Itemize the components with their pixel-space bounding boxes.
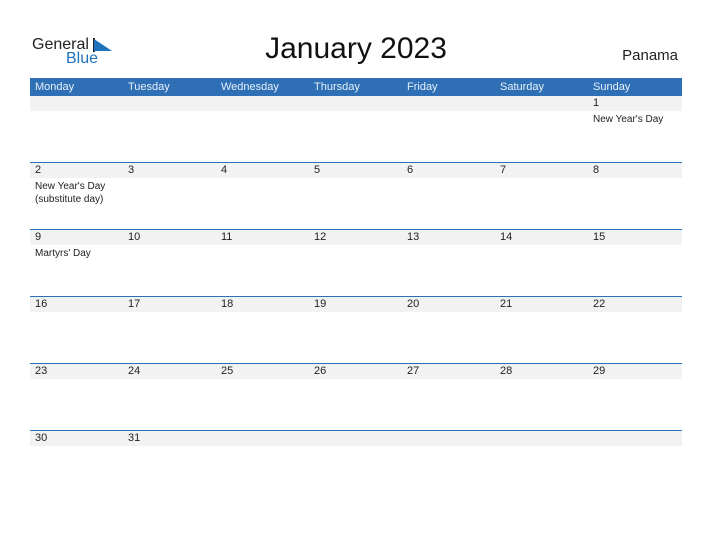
day-cell: 28 (495, 364, 588, 430)
week-row: 1 New Year's Day (30, 95, 682, 162)
day-number: 21 (500, 298, 513, 310)
day-number: 1 (593, 97, 600, 109)
day-cell: 11 (216, 230, 309, 296)
day-cell: 21 (495, 297, 588, 363)
day-cell (402, 96, 495, 162)
day-cell: 23 (30, 364, 123, 430)
day-number: 30 (35, 432, 48, 444)
day-cell: 31 (123, 431, 216, 497)
day-cell (309, 96, 402, 162)
day-cell: 2 New Year's Day (substitute day) (30, 163, 123, 229)
page-title: January 2023 (265, 32, 447, 65)
day-cell: 12 (309, 230, 402, 296)
holiday-label: Martyrs' Day (35, 248, 91, 259)
weekday-sunday: Sunday (593, 81, 631, 93)
holiday-label: New Year's Day (substitute day) (35, 181, 106, 205)
day-cell: 25 (216, 364, 309, 430)
day-cell: 5 (309, 163, 402, 229)
day-cell (216, 431, 309, 497)
country-label: Panama (622, 47, 678, 64)
day-cell: 19 (309, 297, 402, 363)
holiday-label: New Year's Day (593, 114, 664, 125)
weekday-thursday: Thursday (314, 81, 360, 93)
day-number: 25 (221, 365, 234, 377)
day-number: 14 (500, 231, 513, 243)
week-row: 16 17 18 19 20 21 22 (30, 296, 682, 363)
day-number: 19 (314, 298, 327, 310)
day-number: 22 (593, 298, 606, 310)
day-number: 12 (314, 231, 327, 243)
day-number: 16 (35, 298, 48, 310)
day-cell: 1 New Year's Day (588, 96, 681, 162)
day-cell (402, 431, 495, 497)
day-number: 27 (407, 365, 420, 377)
day-cell: 15 (588, 230, 681, 296)
day-number: 26 (314, 365, 327, 377)
weekday-friday: Friday (407, 81, 438, 93)
day-cell: 18 (216, 297, 309, 363)
week-row: 23 24 25 26 27 28 29 (30, 363, 682, 430)
week-row: 9 Martyrs' Day 10 11 12 13 14 15 (30, 229, 682, 296)
day-cell: 8 (588, 163, 681, 229)
week-row: 2 New Year's Day (substitute day) 3 4 5 6 7 8 (30, 162, 682, 229)
day-number: 6 (407, 164, 414, 176)
day-number: 24 (128, 365, 141, 377)
weekday-tuesday: Tuesday (128, 81, 170, 93)
weekday-saturday: Saturday (500, 81, 545, 93)
day-number: 8 (593, 164, 600, 176)
day-number: 29 (593, 365, 606, 377)
day-cell (495, 431, 588, 497)
week-row: 30 31 (30, 430, 682, 497)
day-number: 10 (128, 231, 141, 243)
day-cell: 29 (588, 364, 681, 430)
day-cell: 14 (495, 230, 588, 296)
day-cell: 13 (402, 230, 495, 296)
day-number: 23 (35, 365, 48, 377)
day-cell: 4 (216, 163, 309, 229)
day-number: 31 (128, 432, 141, 444)
day-cell (30, 96, 123, 162)
day-cell (495, 96, 588, 162)
day-cell: 17 (123, 297, 216, 363)
day-cell: 3 (123, 163, 216, 229)
day-cell: 9 Martyrs' Day (30, 230, 123, 296)
day-cell (123, 96, 216, 162)
day-cell: 30 (30, 431, 123, 497)
day-cell: 7 (495, 163, 588, 229)
day-cell: 27 (402, 364, 495, 430)
weekday-monday: Monday (35, 81, 75, 93)
day-cell (309, 431, 402, 497)
day-number: 28 (500, 365, 513, 377)
day-cell: 20 (402, 297, 495, 363)
day-number: 9 (35, 231, 42, 243)
day-number: 13 (407, 231, 420, 243)
day-number: 18 (221, 298, 234, 310)
day-number: 20 (407, 298, 420, 310)
day-number: 17 (128, 298, 141, 310)
day-number: 15 (593, 231, 606, 243)
day-cell: 22 (588, 297, 681, 363)
day-cell: 26 (309, 364, 402, 430)
weekday-header: Monday Tuesday Wednesday Thursday Friday… (30, 78, 682, 96)
day-number: 2 (35, 164, 42, 176)
day-number: 4 (221, 164, 228, 176)
day-cell: 16 (30, 297, 123, 363)
day-number: 5 (314, 164, 321, 176)
day-cell: 10 (123, 230, 216, 296)
day-number: 3 (128, 164, 135, 176)
day-cell (216, 96, 309, 162)
weekday-wednesday: Wednesday (221, 81, 279, 93)
day-cell: 6 (402, 163, 495, 229)
day-cell (588, 431, 681, 497)
day-number: 7 (500, 164, 507, 176)
day-number: 11 (221, 231, 233, 243)
day-cell: 24 (123, 364, 216, 430)
